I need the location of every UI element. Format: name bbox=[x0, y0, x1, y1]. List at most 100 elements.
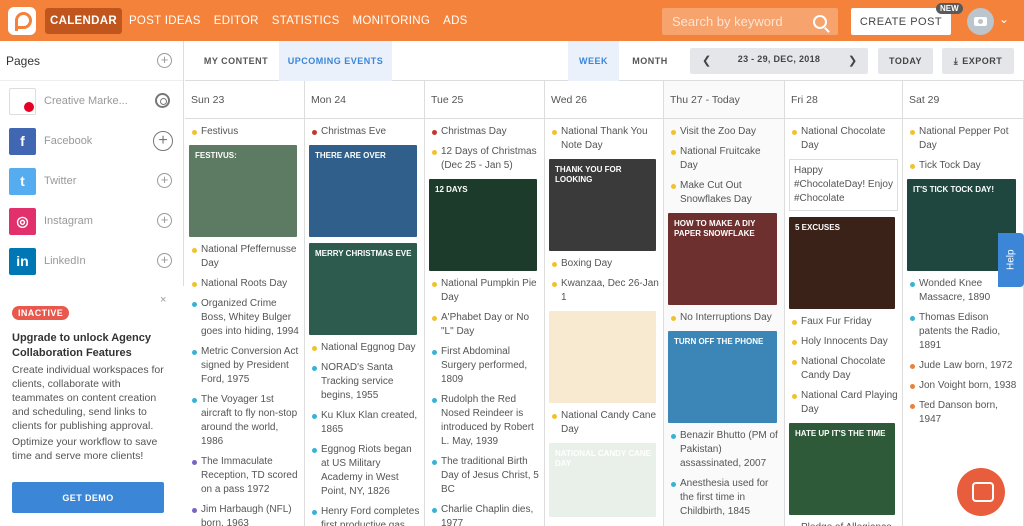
page-list: Creative Marke... f Facebook + t Twitter + ◎ Ins… bbox=[0, 81, 183, 281]
event-item[interactable]: Ted Danson born, 1947 bbox=[903, 399, 1023, 427]
event-item[interactable]: Jim Harbaugh (NFL) born, 1963 bbox=[185, 503, 304, 526]
search-input[interactable] bbox=[662, 14, 807, 29]
event-item[interactable]: The Immaculate Reception, TD scored on a… bbox=[185, 455, 304, 497]
post-image-santa[interactable]: THERE ARE OVER bbox=[309, 145, 417, 237]
post-image-wreath[interactable]: MERRY CHRISTMAS EVE bbox=[309, 243, 417, 335]
event-item[interactable]: Benazir Bhutto (PM of Pakistan) assassin… bbox=[664, 429, 784, 471]
event-item[interactable]: Ku Klux Klan created, 1865 bbox=[305, 409, 424, 437]
event-item[interactable]: Make Cut Out Snowflakes Day bbox=[664, 179, 784, 207]
chevron-down-icon[interactable]: ⌄ bbox=[999, 12, 1009, 26]
week-calendar: Sun 23 Festivus FESTIVUS: National Pfeffern… bbox=[185, 81, 1024, 526]
get-demo-button[interactable]: GET DEMO bbox=[12, 482, 164, 513]
download-icon: ⤓ bbox=[953, 55, 959, 66]
event-item[interactable]: First Abdominal Surgery performed, 1809 bbox=[425, 345, 544, 387]
nav-statistics[interactable]: STATISTICS bbox=[266, 8, 346, 34]
post-image-twelvedays[interactable]: 12 DAYS bbox=[429, 179, 537, 271]
event-item[interactable]: A'Phabet Day or No "L" Day bbox=[425, 311, 544, 339]
add-icon[interactable]: + bbox=[153, 131, 173, 151]
day-column: Tue 25 Christmas Day 12 Days of Christmas … bbox=[425, 81, 545, 526]
page-item-facebook[interactable]: f Facebook + bbox=[0, 121, 183, 161]
event-item[interactable]: Eggnog Riots began at US Military Academ… bbox=[305, 443, 424, 499]
top-navigation: CALENDAR POST IDEAS EDITOR STATISTICS MONITO… bbox=[0, 0, 1024, 41]
event-item[interactable]: 12 Days of Christmas (Dec 25 - Jan 5) bbox=[425, 145, 544, 173]
post-note-card[interactable]: Happy #ChocolateDay! Enjoy #Chocolate bbox=[789, 159, 898, 211]
event-item[interactable]: No Interruptions Day bbox=[664, 311, 784, 325]
event-item[interactable]: Organized Crime Boss, Whitey Bulger goes… bbox=[185, 297, 304, 339]
event-item[interactable]: Metric Conversion Act signed by Presiden… bbox=[185, 345, 304, 387]
event-item[interactable]: Holy Innocents Day bbox=[785, 335, 902, 349]
post-image-candycane[interactable]: NATIONAL CANDY CANE DAY bbox=[549, 443, 656, 517]
event-item[interactable]: NORAD's Santa Tracking service begins, 1… bbox=[305, 361, 424, 403]
export-button[interactable]: ⤓ EXPORT bbox=[942, 48, 1014, 74]
event-item[interactable]: National Roots Day bbox=[185, 277, 304, 291]
add-icon[interactable]: + bbox=[157, 253, 172, 268]
day-column: Thu 27 - Today Visit the Zoo Day National … bbox=[664, 81, 785, 526]
post-image-caption: HATE UP IT'S THE TIME bbox=[795, 429, 886, 438]
post-image-phoneman[interactable]: TURN OFF THE PHONE bbox=[668, 331, 777, 423]
event-item[interactable]: National Fruitcake Day bbox=[664, 145, 784, 173]
event-item[interactable]: Pledge of Allegiance bbox=[785, 521, 902, 526]
event-item[interactable]: Charlie Chaplin dies, 1977 bbox=[425, 503, 544, 526]
event-item[interactable]: Thomas Edison patents the Radio, 1891 bbox=[903, 311, 1023, 353]
add-icon[interactable]: + bbox=[157, 173, 172, 188]
view-month[interactable]: MONTH bbox=[619, 41, 681, 81]
nav-ads[interactable]: ADS bbox=[437, 8, 474, 34]
chat-icon[interactable] bbox=[957, 468, 1005, 516]
event-item[interactable]: The traditional Birth Day of Jesus Chris… bbox=[425, 455, 544, 497]
chevron-left-icon[interactable]: ❮ bbox=[702, 54, 711, 67]
today-button[interactable]: TODAY bbox=[878, 48, 933, 74]
gear-icon[interactable] bbox=[155, 93, 170, 108]
event-item[interactable]: Faux Fur Friday bbox=[785, 315, 902, 329]
chevron-right-icon[interactable]: ❯ bbox=[848, 54, 857, 67]
event-item[interactable]: Jude Law born, 1972 bbox=[903, 359, 1023, 373]
event-item[interactable]: Festivus bbox=[185, 125, 304, 139]
search-icon[interactable] bbox=[813, 14, 827, 29]
close-icon[interactable]: × bbox=[160, 294, 166, 306]
post-image-festivus[interactable]: FESTIVUS: bbox=[189, 145, 297, 237]
add-icon[interactable]: + bbox=[157, 213, 172, 228]
event-item[interactable]: Christmas Eve bbox=[305, 125, 424, 139]
view-week[interactable]: WEEK bbox=[568, 41, 619, 81]
nav-calendar[interactable]: CALENDAR bbox=[45, 7, 122, 34]
event-item[interactable]: National Candy Cane Day bbox=[545, 409, 663, 437]
event-item[interactable]: Kwanzaa, Dec 26-Jan 1 bbox=[545, 277, 663, 305]
event-item[interactable]: National Thank You Note Day bbox=[545, 125, 663, 153]
event-item[interactable]: Anesthesia used for the first time in Ch… bbox=[664, 477, 784, 519]
event-item[interactable]: Christmas Day bbox=[425, 125, 544, 139]
tab-upcoming-events[interactable]: UPCOMING EVENTS bbox=[279, 41, 392, 81]
event-item[interactable]: National Chocolate Candy Day bbox=[785, 355, 902, 383]
page-item-creative-market[interactable]: Creative Marke... bbox=[0, 81, 183, 121]
post-image-kwanzaa[interactable] bbox=[549, 311, 656, 403]
tab-my-content[interactable]: MY CONTENT bbox=[193, 41, 279, 81]
nav-post-ideas[interactable]: POST IDEAS bbox=[123, 8, 207, 34]
event-item[interactable]: National Pepper Pot Day bbox=[903, 125, 1023, 153]
event-item[interactable]: National Pfeffernusse Day bbox=[185, 243, 304, 271]
event-item[interactable]: National Eggnog Day bbox=[305, 341, 424, 355]
avatar-camera-icon[interactable] bbox=[967, 8, 994, 35]
nav-monitoring[interactable]: MONITORING bbox=[347, 8, 437, 34]
event-item[interactable]: Visit the Zoo Day bbox=[664, 125, 784, 139]
create-post-button[interactable]: CREATE POST bbox=[851, 8, 951, 35]
search-box[interactable] bbox=[662, 8, 838, 35]
page-item-twitter[interactable]: t Twitter + bbox=[0, 161, 183, 201]
event-item[interactable]: National Chocolate Day bbox=[785, 125, 902, 153]
nav-editor[interactable]: EDITOR bbox=[208, 8, 265, 34]
post-image-infographic[interactable]: HOW TO MAKE A DIY PAPER SNOWFLAKE bbox=[668, 213, 777, 305]
event-item[interactable]: Jon Voight born, 1938 bbox=[903, 379, 1023, 393]
event-item[interactable]: Henry Ford completes first productive ga… bbox=[305, 505, 424, 526]
post-image-chocolate[interactable]: 5 EXCUSES bbox=[789, 217, 895, 309]
event-item[interactable]: Boxing Day bbox=[545, 257, 663, 271]
add-page-icon[interactable]: + bbox=[157, 53, 172, 68]
app-logo[interactable] bbox=[8, 6, 36, 35]
event-item[interactable]: National Pumpkin Pie Day bbox=[425, 277, 544, 305]
post-image-office[interactable]: THANK YOU FOR LOOKING bbox=[549, 159, 656, 251]
post-image-cards[interactable]: HATE UP IT'S THE TIME bbox=[789, 423, 895, 515]
day-header: Mon 24 bbox=[305, 81, 424, 119]
page-item-linkedin[interactable]: in LinkedIn + bbox=[0, 241, 183, 281]
page-item-instagram[interactable]: ◎ Instagram + bbox=[0, 201, 183, 241]
event-item[interactable]: Rudolph the Red Nosed Reindeer is introd… bbox=[425, 393, 544, 449]
help-tab[interactable]: Help bbox=[998, 233, 1024, 287]
event-item[interactable]: The Voyager 1st aircraft to fly non-stop… bbox=[185, 393, 304, 449]
event-item[interactable]: Tick Tock Day bbox=[903, 159, 1023, 173]
event-item[interactable]: National Card Playing Day bbox=[785, 389, 902, 417]
